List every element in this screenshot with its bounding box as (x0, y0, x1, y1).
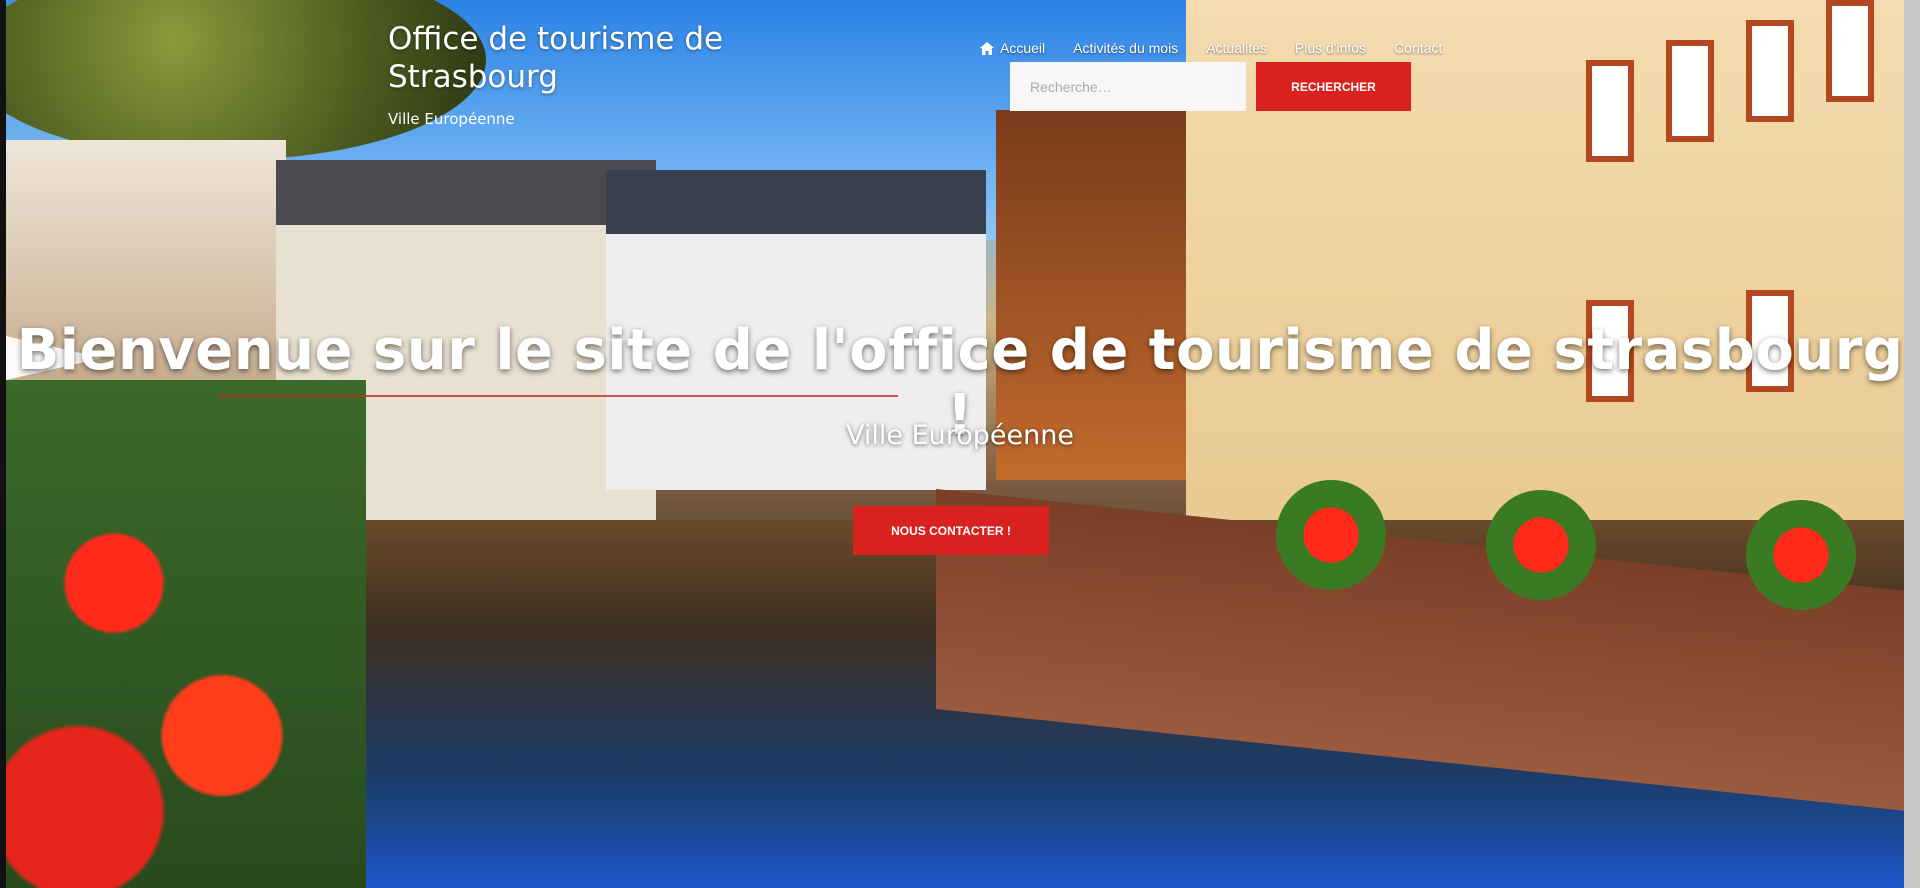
nav-label: Activités du mois (1073, 40, 1179, 56)
flower-basket (1746, 500, 1856, 610)
hero-subheadline: Ville Européenne (846, 420, 1074, 451)
home-icon (980, 41, 994, 55)
contact-button[interactable]: NOUS CONTACTER ! (853, 506, 1049, 555)
nav-item-contact[interactable]: Contact (1394, 40, 1442, 56)
site-brand: Office de tourisme de Strasbourg Ville E… (388, 20, 748, 128)
nav-label: Contact (1394, 40, 1443, 56)
flower-basket (1276, 480, 1386, 590)
flowers-foreground (6, 380, 366, 888)
search-input[interactable] (1010, 62, 1246, 111)
search-button[interactable]: RECHERCHER (1256, 62, 1411, 111)
nav-item-actualites[interactable]: Actualités (1206, 40, 1267, 56)
window (1666, 40, 1714, 142)
nav-item-plus-infos[interactable]: Plus d'infos (1295, 40, 1366, 56)
nav-label: Plus d'infos (1294, 40, 1367, 56)
search-form: RECHERCHER (1010, 62, 1411, 111)
nav-item-accueil[interactable]: Accueil (980, 40, 1045, 56)
flower-basket (1486, 490, 1596, 600)
window (1586, 60, 1634, 162)
nav-item-activites[interactable]: Activités du mois (1073, 40, 1178, 56)
nav-label: Accueil (1000, 40, 1046, 56)
site-title[interactable]: Office de tourisme de Strasbourg (388, 20, 748, 96)
site-tagline: Ville Européenne (388, 110, 515, 128)
window (1746, 20, 1794, 122)
nav-label: Actualités (1206, 40, 1267, 56)
divider (218, 395, 898, 397)
window (1826, 0, 1874, 102)
main-nav: Accueil Activités du mois Actualités Plu… (980, 40, 1442, 56)
